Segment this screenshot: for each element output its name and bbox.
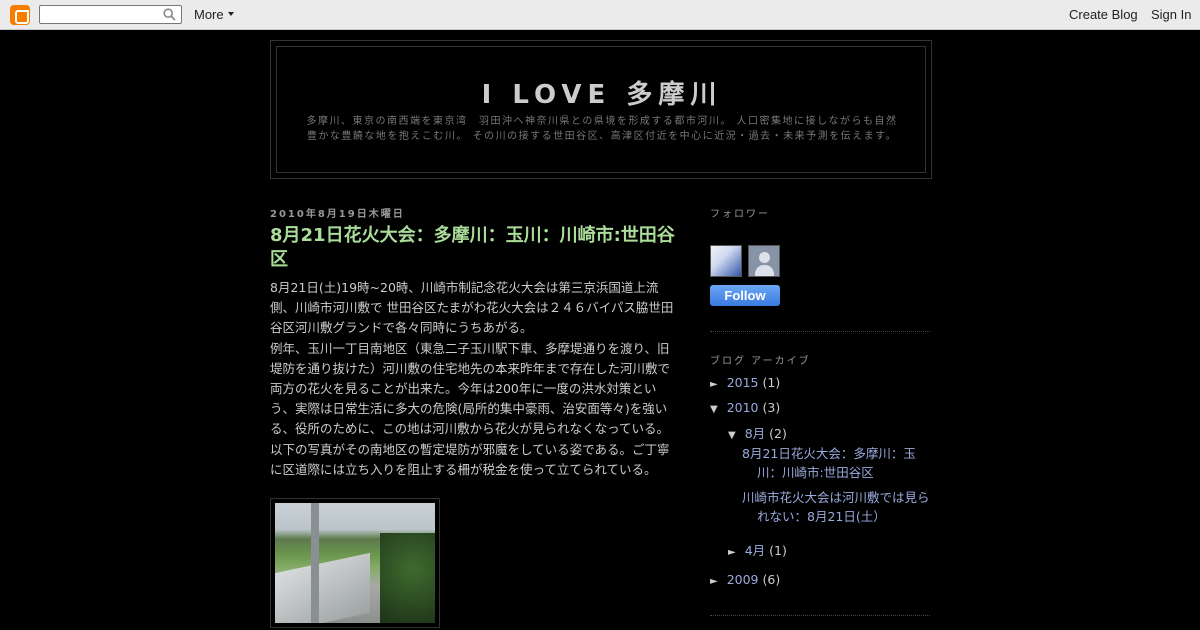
archive-month-link[interactable]: 8月 <box>745 426 765 441</box>
expand-toggle-icon[interactable]: ► <box>710 576 718 587</box>
archive-count: (1) <box>769 543 787 558</box>
archive-post-link[interactable]: 8月21日花火大会：多摩川：玉川：川崎市:世田谷区 <box>742 444 932 482</box>
archive-month-link[interactable]: 4月 <box>745 543 765 558</box>
post-paragraph: 例年、玉川一丁目南地区（東急二子玉川駅下車、多摩堤通りを渡り、旧堤防を通り抜けた… <box>270 340 671 477</box>
archive-post-link[interactable]: 川崎市花火大会は河川敷では見られない：8月21日(土） <box>742 488 932 526</box>
photo-tree <box>380 533 435 623</box>
sidebar-divider <box>710 331 930 332</box>
search-icon[interactable] <box>163 8 176 21</box>
post-photo[interactable] <box>270 498 440 628</box>
post-title[interactable]: 8月21日花火大会：多摩川：玉川：川崎市:世田谷区 <box>270 224 680 272</box>
post-paragraph: 8月21日(土)19時~20時、川崎市制記念花火大会は第三京浜国道上流側、川崎市… <box>270 280 674 336</box>
archive-count: (2) <box>769 426 787 441</box>
blogger-logo-icon[interactable] <box>10 5 30 25</box>
archive-month-april: ► 4月 (1) <box>728 540 787 559</box>
follower-avatar[interactable] <box>748 245 780 277</box>
expand-toggle-icon[interactable]: ► <box>728 547 736 558</box>
archive-year-2010: ▼ 2010 (3) <box>710 400 780 415</box>
navbar: More Create Blog Sign In <box>0 0 1200 30</box>
blog-header-inner: I LOVE 多摩川 多摩川、東京の南西端を東京湾 羽田沖へ神奈川県との県境を形… <box>276 46 926 173</box>
blog-header: I LOVE 多摩川 多摩川、東京の南西端を東京湾 羽田沖へ神奈川県との県境を形… <box>270 40 932 179</box>
archive-year-2015: ► 2015 (1) <box>710 375 780 390</box>
archive-post-title[interactable]: 川崎市花火大会は河川敷では見られない：8月21日(土） <box>742 488 932 526</box>
photo-embankment <box>275 552 370 623</box>
expand-toggle-icon[interactable]: ► <box>710 379 718 390</box>
post-body: 8月21日(土)19時~20時、川崎市制記念花火大会は第三京浜国道上流側、川崎市… <box>270 278 680 480</box>
blog-title[interactable]: I LOVE 多摩川 <box>277 74 927 111</box>
post-date: 2010年8月19日木曜日 <box>270 209 405 220</box>
collapse-toggle-icon[interactable]: ▼ <box>728 430 736 441</box>
collapse-toggle-icon[interactable]: ▼ <box>710 404 718 415</box>
followers-heading: フォロワー <box>710 209 770 220</box>
photo-utility-pole <box>311 503 319 623</box>
archive-year-link[interactable]: 2009 <box>727 572 759 587</box>
chevron-down-icon[interactable] <box>228 12 234 16</box>
archive-count: (3) <box>762 400 781 415</box>
create-blog-link[interactable]: Create Blog <box>1069 7 1138 22</box>
archive-post-title[interactable]: 8月21日花火大会：多摩川：玉川：川崎市:世田谷区 <box>742 444 932 482</box>
blog-description: 多摩川、東京の南西端を東京湾 羽田沖へ神奈川県との県境を形成する都市河川。 人口… <box>306 116 898 142</box>
sign-in-link[interactable]: Sign In <box>1151 7 1191 22</box>
riverbank-photo[interactable] <box>275 503 435 623</box>
archive-year-link[interactable]: 2015 <box>727 375 759 390</box>
more-menu-button[interactable]: More <box>194 7 224 22</box>
archive-year-link[interactable]: 2010 <box>727 400 759 415</box>
sidebar-divider <box>710 615 930 616</box>
follower-avatar[interactable] <box>710 245 742 277</box>
archive-count: (1) <box>762 375 781 390</box>
archive-heading: ブログ アーカイブ <box>710 356 811 367</box>
archive-year-2009: ► 2009 (6) <box>710 572 780 587</box>
archive-month-august: ▼ 8月 (2) <box>728 423 787 442</box>
follow-button[interactable]: Follow <box>710 285 780 306</box>
search-input[interactable] <box>39 5 182 24</box>
archive-count: (6) <box>762 572 781 587</box>
